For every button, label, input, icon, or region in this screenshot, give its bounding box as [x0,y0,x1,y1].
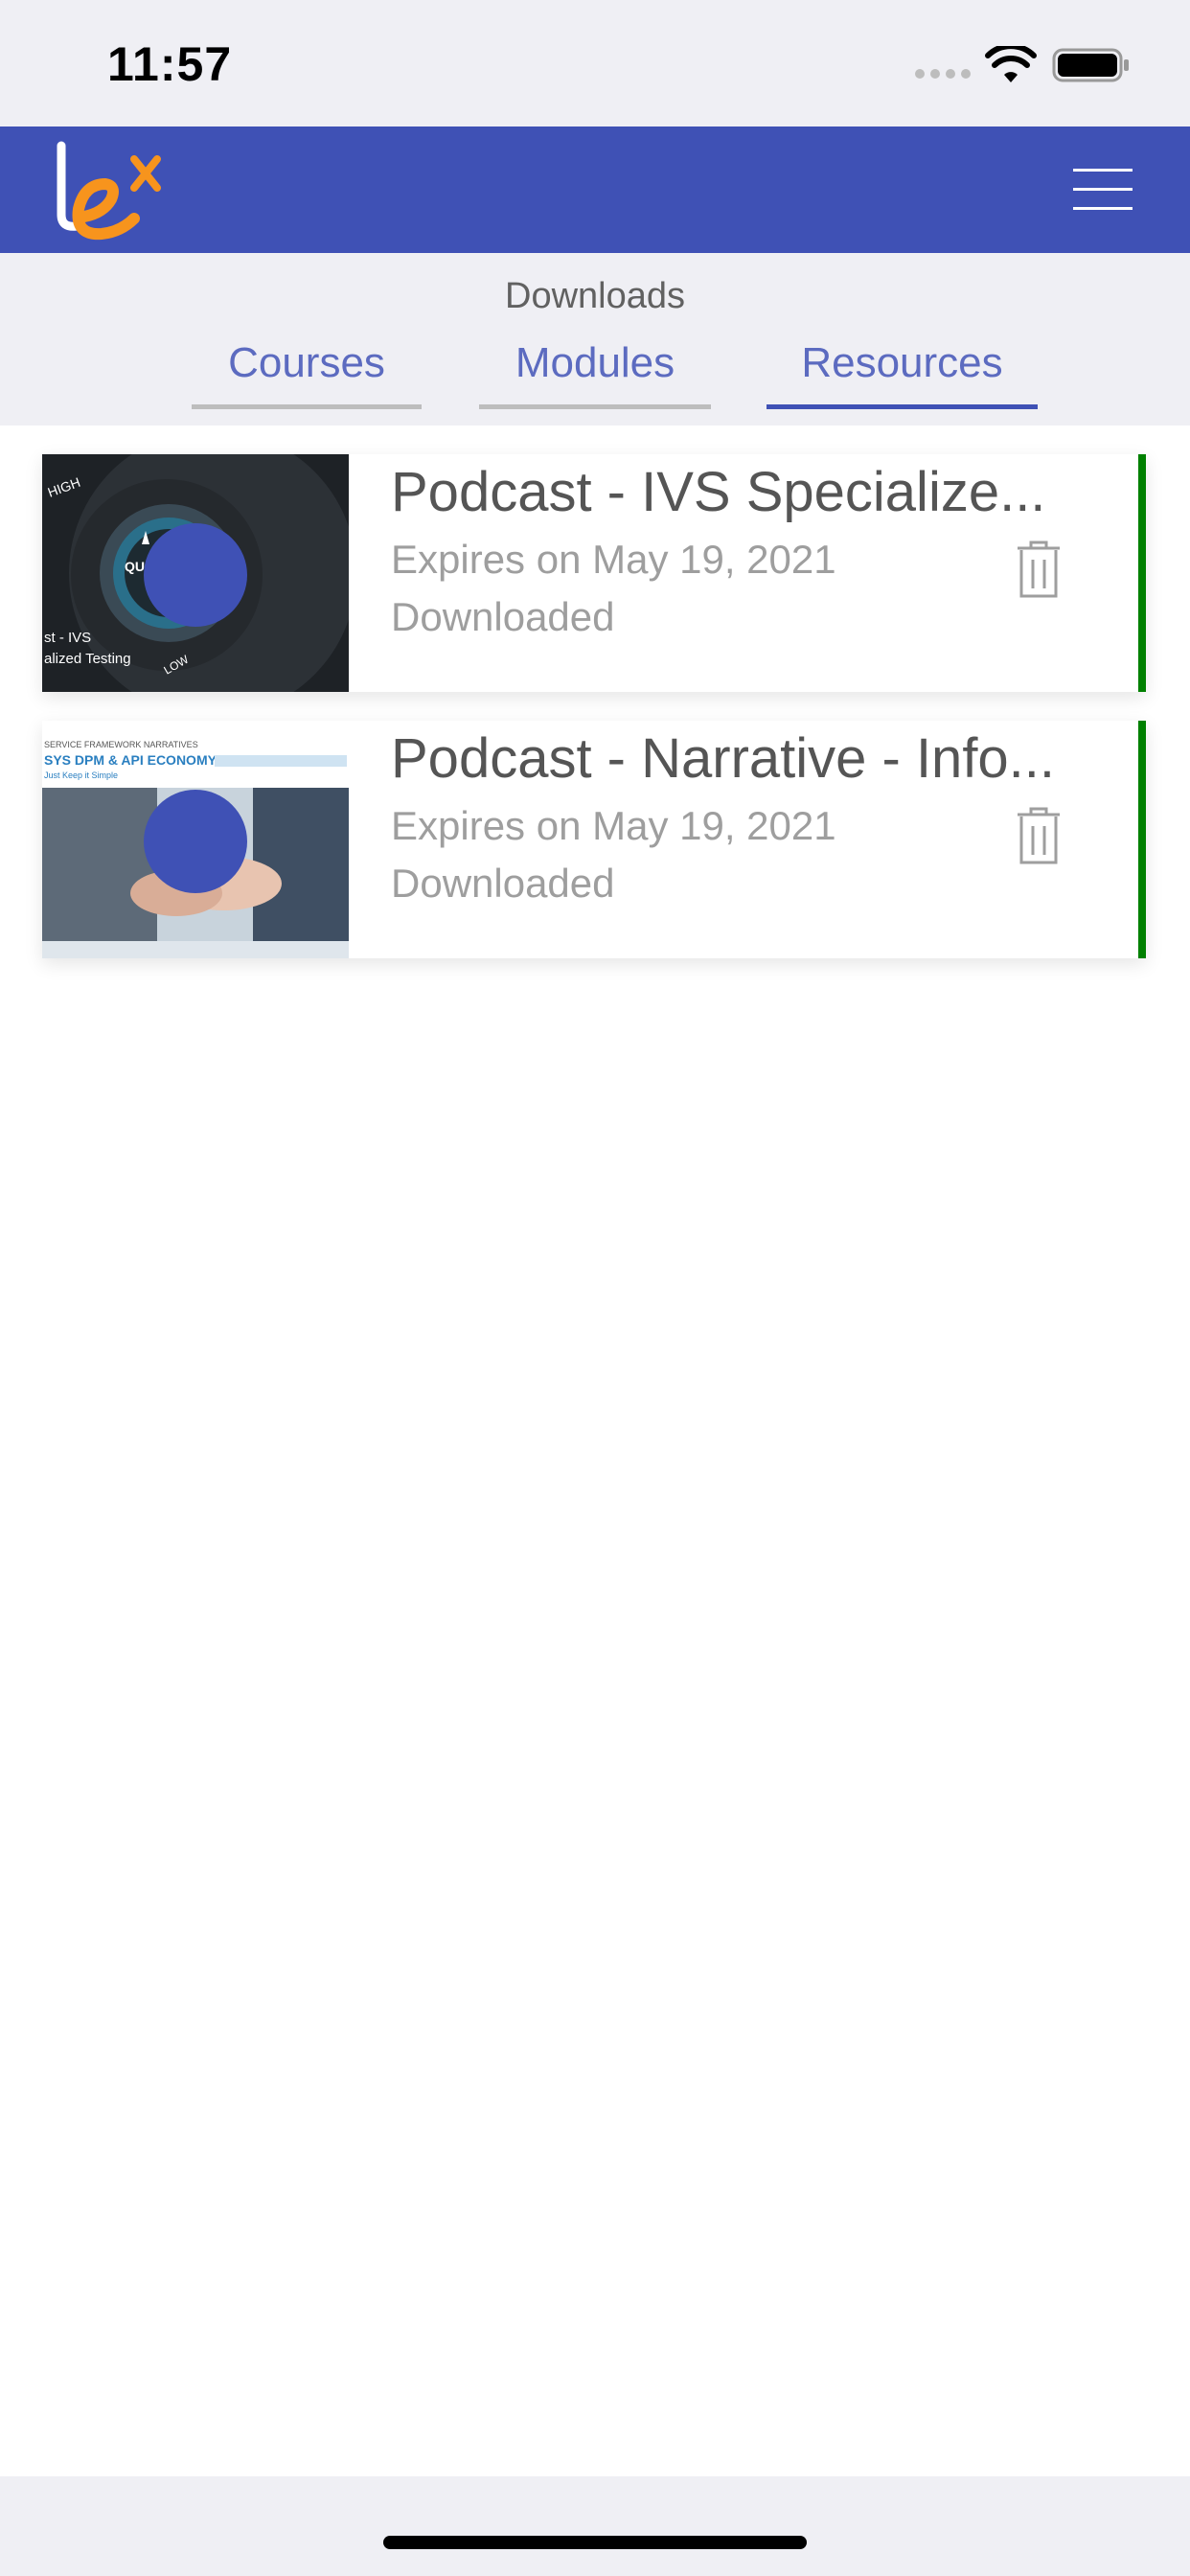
status-time: 11:57 [107,37,233,91]
item-expiry: Expires on May 19, 2021 [391,537,836,582]
home-indicator-area [0,2476,1190,2576]
battery-icon [1052,48,1129,82]
podcast-thumbnail[interactable]: HIGH QU st - IVS alized Testing LOW [42,454,349,692]
hamburger-menu-icon[interactable] [1073,169,1133,211]
svg-text:QU: QU [125,559,145,574]
play-indicator-dot[interactable] [144,523,247,627]
cellular-signal-icon [915,69,971,79]
wifi-icon [985,46,1037,82]
tab-courses-underline [192,404,422,409]
downloads-header: Downloads Courses Modules Resources [0,253,1190,426]
item-status: Downloaded [391,861,615,906]
trash-icon[interactable] [1012,805,1065,866]
tab-resources[interactable]: Resources [767,339,1038,395]
play-indicator-dot[interactable] [144,790,247,893]
lex-logo[interactable] [52,140,186,245]
tab-modules-underline [479,404,711,409]
item-title: Podcast - Narrative - Info... [391,727,1056,790]
home-indicator[interactable] [383,2536,807,2549]
svg-text:Just Keep it Simple: Just Keep it Simple [44,770,118,780]
podcast-thumbnail[interactable]: SERVICE FRAMEWORK NARRATIVES SYS DPM & A… [42,721,349,958]
item-status: Downloaded [391,594,615,639]
tab-courses[interactable]: Courses [192,339,422,395]
svg-text:alized Testing: alized Testing [44,651,131,667]
status-bar: 11:57 [0,0,1190,126]
trash-icon[interactable] [1012,539,1065,600]
item-title: Podcast - IVS Specialize... [391,461,1046,523]
svg-text:st - IVS: st - IVS [44,630,91,646]
download-item-card[interactable]: HIGH QU st - IVS alized Testing LOW Podc… [42,454,1146,692]
page-title: Downloads [505,276,685,316]
item-expiry: Expires on May 19, 2021 [391,803,836,848]
app-header [0,126,1190,253]
tab-resources-underline [767,404,1038,409]
tab-modules[interactable]: Modules [479,339,711,395]
svg-text:SYS DPM & API ECONOMY: SYS DPM & API ECONOMY [44,752,217,768]
svg-text:SERVICE FRAMEWORK NARRATIVES: SERVICE FRAMEWORK NARRATIVES [44,740,198,749]
download-item-card[interactable]: SERVICE FRAMEWORK NARRATIVES SYS DPM & A… [42,721,1146,958]
